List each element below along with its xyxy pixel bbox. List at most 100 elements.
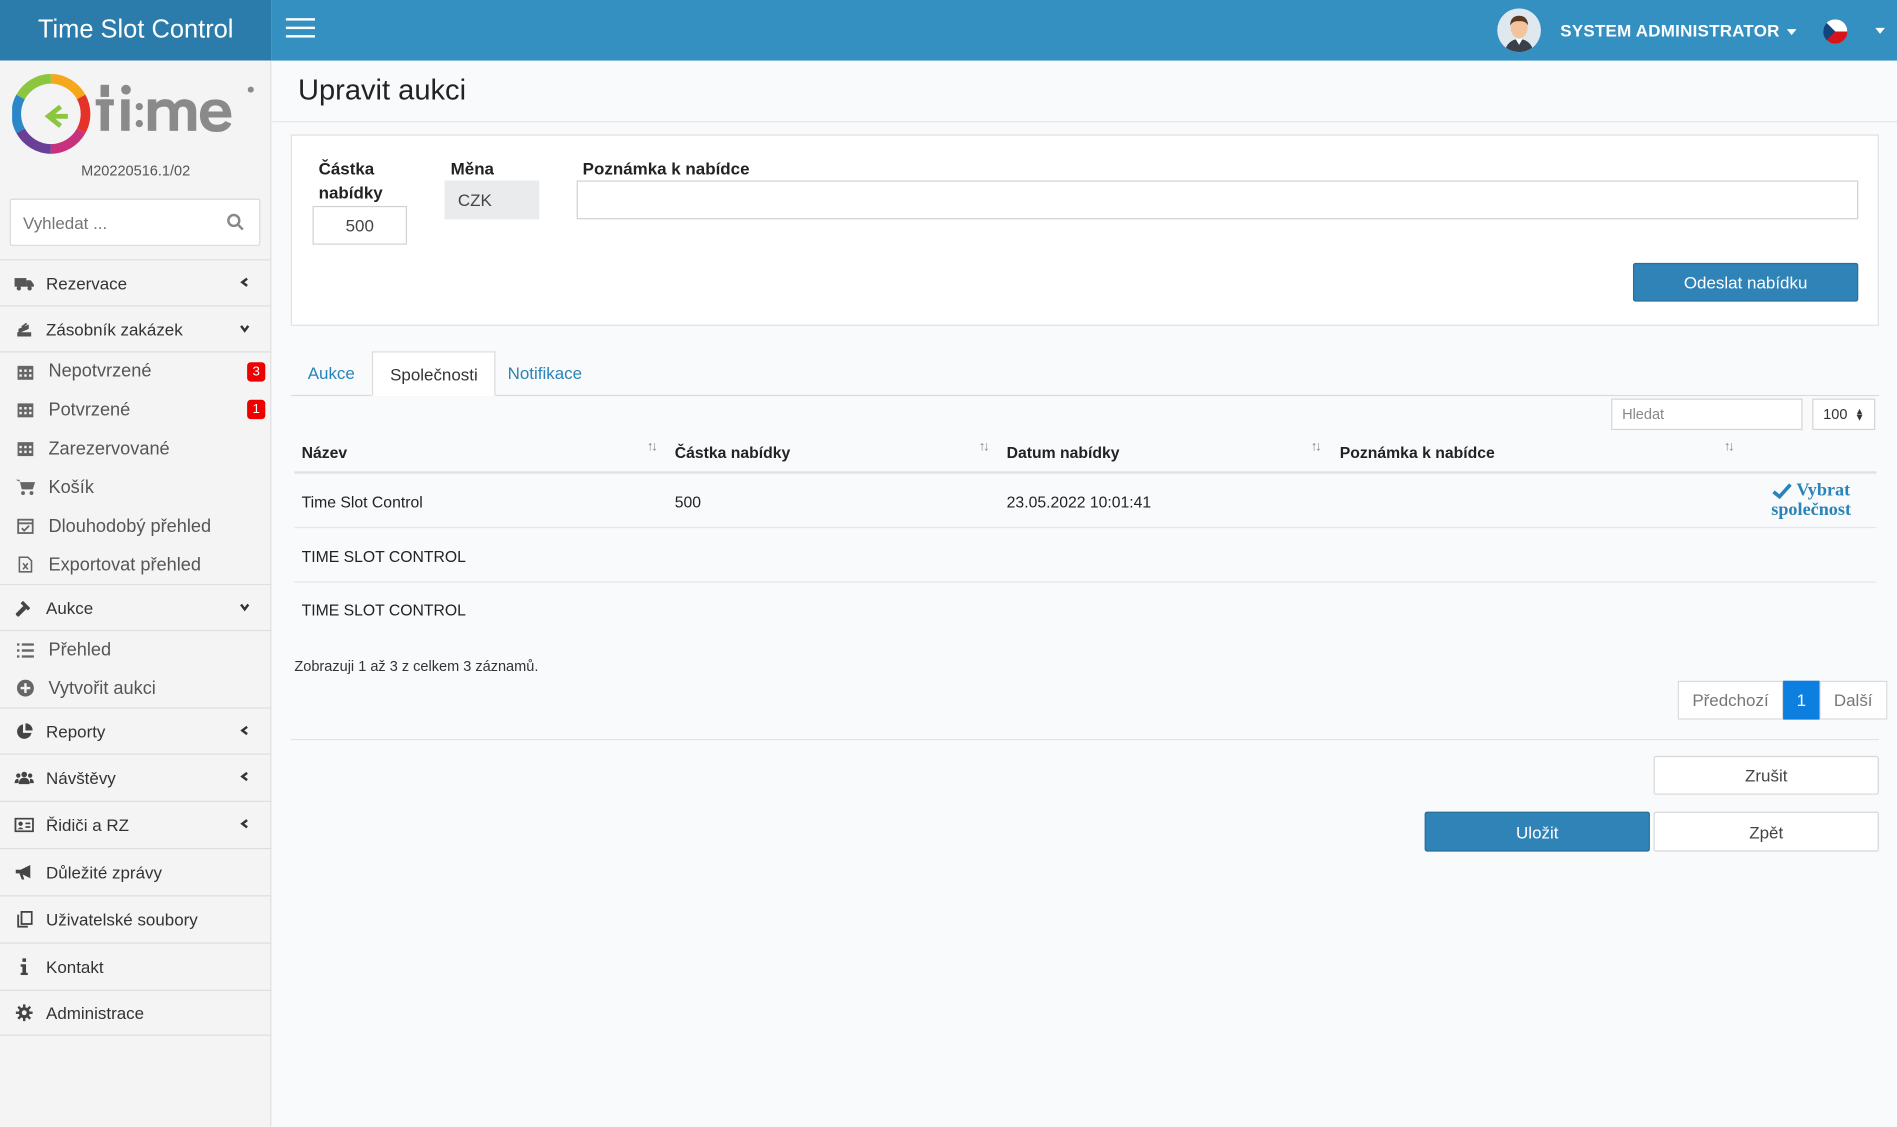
table-header: Název ↑↓ Částka nabídky ↑↓ Datum nabídky… [294, 434, 1877, 474]
cart-icon [15, 477, 36, 496]
note-label: Poznámka k nabídce [582, 158, 750, 179]
sort-icon[interactable]: ↑↓ [1724, 440, 1735, 455]
user-name: SYSTEM ADMINISTRATOR [1560, 20, 1780, 40]
page-1-button[interactable]: 1 [1783, 680, 1820, 720]
sidebar-item-vytvorit-aukci[interactable]: Vytvořit aukci [0, 669, 271, 708]
pie-chart-icon [15, 721, 34, 740]
sidebar-item-aukce[interactable]: Aukce [0, 583, 272, 630]
sidebar-item-administrace[interactable]: Administrace [0, 989, 272, 1036]
sidebar-item-dulezite-zpravy[interactable]: Důležité zprávy [0, 847, 272, 895]
column-header-datum[interactable]: Datum nabídky [1007, 443, 1120, 461]
sidebar-item-label: Potvrzené [48, 399, 131, 420]
sidebar-item-label: Aukce [46, 597, 94, 618]
gear-icon [15, 1003, 34, 1022]
sidebar-item-label: Uživatelské soubory [46, 909, 198, 930]
table-search-input[interactable]: Hledat [1611, 398, 1803, 431]
page-title: Upravit aukci [298, 73, 467, 107]
cell-name: TIME SLOT CONTROL [301, 547, 466, 566]
amount-label-line2: nabídky [318, 182, 383, 203]
currency-label: Měna [450, 158, 495, 179]
chevron-down-icon [240, 603, 250, 611]
sidebar-item-prehled[interactable]: Přehled [0, 629, 272, 669]
tab-spolecnosti[interactable]: Společnosti [371, 351, 496, 397]
sidebar-item-label: Exportovat přehled [48, 554, 201, 575]
column-header-poznamka[interactable]: Poznámka k nabídce [1340, 443, 1495, 461]
avatar[interactable] [1497, 8, 1541, 53]
cell-amount: 500 [674, 493, 702, 512]
sidebar-item-exportovat[interactable]: Exportovat přehled [0, 545, 271, 584]
czech-flag-icon[interactable] [1823, 19, 1848, 44]
app-brand[interactable]: Time Slot Control [0, 0, 272, 61]
column-header-nazev[interactable]: Název [302, 443, 348, 461]
sidebar-item-label: Návštěvy [46, 768, 116, 788]
info-icon [15, 957, 34, 976]
back-button[interactable]: Zpět [1653, 811, 1879, 852]
sort-icon[interactable]: ↑↓ [979, 440, 990, 455]
chevron-left-icon [240, 725, 248, 735]
sidebar-item-label: Rezervace [46, 273, 128, 293]
sidebar-item-label: Řidiči a RZ [46, 815, 129, 835]
sidebar-item-kontakt[interactable]: Kontakt [0, 942, 272, 989]
sidebar-item-nepotvrzene[interactable]: Nepotvrzené 3 [0, 351, 272, 390]
sidebar-item-rezervace[interactable]: Rezervace [0, 259, 272, 305]
sidebar-item-potvrzene[interactable]: Potvrzené 1 [0, 390, 271, 429]
sidebar-search[interactable] [9, 198, 261, 246]
save-button[interactable]: Uložit [1424, 811, 1650, 852]
sidebar: M20220516.1/02 Rezervace Zásobník zakáze… [0, 60, 272, 1127]
top-navbar: SYSTEM ADMINISTRATOR [271, 0, 1897, 61]
cell-name: TIME SLOT CONTROL [301, 600, 466, 620]
search-icon[interactable] [227, 213, 245, 237]
amount-input[interactable]: 500 [312, 205, 408, 245]
column-header-castka[interactable]: Částka nabídky [675, 443, 791, 461]
sidebar-item-label: Zásobník zakázek [46, 319, 183, 339]
currency-field: CZK [444, 180, 540, 220]
app-version: M20220516.1/02 [81, 162, 191, 180]
submit-bid-button[interactable]: Odeslat nabídku [1632, 262, 1859, 302]
calendar-check-icon [16, 516, 35, 535]
sidebar-item-label: Košík [48, 476, 94, 498]
amount-label: Částka nabídky [319, 156, 383, 204]
sort-icon[interactable]: ↑↓ [647, 440, 658, 455]
sidebar-item-reporty[interactable]: Reporty [0, 707, 272, 753]
chevron-down-icon [240, 324, 250, 333]
prev-page-button[interactable]: Předchozí [1677, 680, 1784, 720]
gavel-icon [15, 598, 34, 617]
pagination: Předchozí 1 Další [1677, 680, 1888, 720]
sidebar-item-zarezervovane[interactable]: Zarezervované [0, 429, 271, 468]
select-company-line1: Vybrat [1796, 480, 1851, 501]
sidebar-search-input[interactable] [10, 199, 211, 245]
sidebar-item-uzivatelske-soubory[interactable]: Uživatelské soubory [0, 895, 272, 942]
bid-form: Částka nabídky 500 Měna CZK Poznámka k na… [290, 134, 1879, 326]
sidebar-item-label: Vytvořit aukci [48, 677, 156, 699]
sidebar-item-zasobnik[interactable]: Zásobník zakázek [0, 305, 272, 351]
hamburger-icon[interactable] [285, 18, 315, 40]
sidebar-item-label: Přehled [48, 639, 112, 661]
count-badge: 3 [247, 361, 266, 381]
cancel-button[interactable]: Zrušit [1653, 755, 1879, 795]
sidebar-item-kosik[interactable]: Košík [0, 468, 271, 507]
sidebar-item-navstevy[interactable]: Návštěvy [0, 753, 272, 800]
sidebar-item-ridici[interactable]: Řidiči a RZ [0, 800, 272, 848]
sort-icon[interactable]: ↑↓ [1311, 440, 1322, 455]
table-row: TIME SLOT CONTROL [294, 529, 1877, 583]
sidebar-item-label: Kontakt [46, 957, 104, 977]
users-icon [14, 768, 34, 787]
language-caret-icon[interactable] [1875, 27, 1885, 34]
divider [290, 738, 1879, 741]
note-input[interactable] [576, 180, 1859, 220]
sidebar-item-dlouhodoby[interactable]: Dlouhodobý přehled [0, 506, 271, 545]
tab-aukce[interactable]: Aukce [291, 351, 372, 396]
page-length-select[interactable]: 100 ▲ ▼ [1812, 398, 1876, 431]
sidebar-item-label: Administrace [46, 1003, 145, 1023]
tab-notifikace[interactable]: Notifikace [491, 351, 599, 396]
calendar-icon [16, 400, 35, 419]
caret-down-icon [1786, 28, 1797, 35]
user-menu[interactable]: SYSTEM ADMINISTRATOR [1560, 20, 1797, 40]
table-row: TIME SLOT CONTROL [294, 583, 1876, 636]
next-page-button[interactable]: Další [1819, 680, 1888, 720]
check-icon [1772, 483, 1792, 500]
divider [272, 121, 1897, 123]
chevron-left-icon [240, 819, 248, 829]
sidebar-item-label: Reporty [46, 721, 106, 741]
select-company-link[interactable]: Vybrat společnost [1771, 480, 1851, 520]
